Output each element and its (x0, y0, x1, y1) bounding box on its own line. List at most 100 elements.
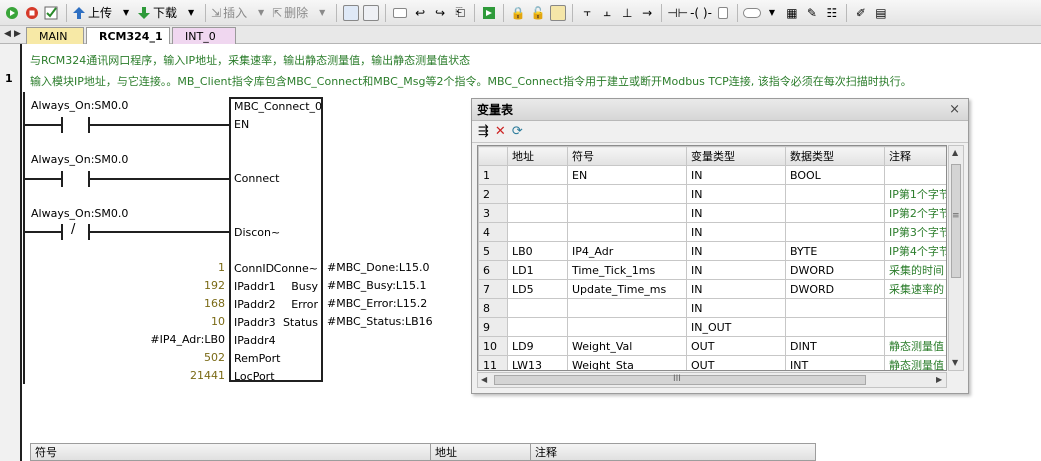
comment-cell[interactable]: 静态测量值 (884, 336, 946, 356)
data-type-cell[interactable]: BOOL (785, 165, 885, 185)
scroll-right-icon[interactable]: ▶ (936, 375, 942, 384)
data-type-cell[interactable]: BYTE (785, 241, 885, 261)
symbol-cell[interactable]: Time_Tick_1ms (567, 260, 687, 280)
horizontal-scrollbar[interactable]: ◀ III ▶ (477, 372, 947, 388)
address-cell[interactable] (507, 298, 568, 318)
download-dropdown-icon[interactable]: ▼ (182, 3, 200, 23)
scroll-up-icon[interactable]: ▲ (952, 148, 958, 157)
error-value[interactable]: #MBC_Error:L15.2 (327, 297, 427, 310)
address-cell[interactable]: LD5 (507, 279, 568, 299)
column-header-var-type[interactable]: 变量类型 (686, 146, 786, 166)
unlock-icon[interactable]: 🔓 (529, 3, 547, 23)
address-icon[interactable]: ▦ (783, 3, 801, 23)
address-cell[interactable]: LD1 (507, 260, 568, 280)
var-type-cell[interactable]: OUT (686, 336, 786, 356)
network-comment[interactable]: 输入模块IP地址，与它连接。。MB_Client指令库包含MBC_Connect… (30, 73, 912, 89)
column-header-address[interactable]: 地址 (431, 444, 531, 460)
insert-dropdown-icon[interactable]: ▼ (252, 3, 270, 23)
comment-cell[interactable] (884, 165, 946, 185)
upload-dropdown-icon[interactable]: ▼ (117, 3, 135, 23)
contact-3-operand[interactable]: Always_On:SM0.0 (31, 207, 128, 220)
var-type-cell[interactable]: IN (686, 184, 786, 204)
row-number[interactable]: 7 (478, 279, 508, 299)
comment-cell[interactable]: IP第1个字节 (884, 184, 946, 204)
table-row[interactable]: 1 EN IN BOOL (478, 165, 946, 185)
contact-2-operand[interactable]: Always_On:SM0.0 (31, 153, 128, 166)
edit-comment-icon[interactable]: ✎ (803, 3, 821, 23)
line-right-icon[interactable]: → (638, 3, 656, 23)
address-cell[interactable] (507, 222, 568, 242)
tab-scroll-right-icon[interactable]: ▶ (14, 29, 21, 39)
connid-value[interactable]: 1 (218, 261, 225, 274)
var-type-cell[interactable]: IN (686, 222, 786, 242)
tab-int-0[interactable]: INT_0 (172, 27, 236, 44)
redo-icon[interactable]: ↪ (431, 3, 449, 23)
open-icon[interactable]: ⎗ (451, 3, 469, 23)
row-number[interactable]: 1 (478, 165, 508, 185)
column-header-symbol[interactable]: 符号 (31, 444, 431, 460)
comment-cell[interactable]: IP第4个字节 (884, 241, 946, 261)
ipaddr3-value[interactable]: 10 (211, 315, 225, 328)
table-row[interactable]: 6 LD1 Time_Tick_1ms IN DWORD 采集的时间 (478, 260, 946, 280)
symbol-view-icon[interactable] (742, 3, 761, 23)
address-cell[interactable]: LW13 (507, 355, 568, 370)
row-number[interactable]: 9 (478, 317, 508, 337)
table-row[interactable]: 9 IN_OUT (478, 317, 946, 337)
data-type-cell[interactable] (785, 203, 885, 223)
data-type-cell[interactable] (785, 298, 885, 318)
contact-1-operand[interactable]: Always_On:SM0.0 (31, 99, 128, 112)
upload-button[interactable]: 上传 (72, 3, 115, 23)
row-number[interactable]: 2 (478, 184, 508, 204)
var-type-cell[interactable]: IN (686, 279, 786, 299)
row-number[interactable]: 5 (478, 241, 508, 261)
lock-icon[interactable]: 🔒 (509, 3, 527, 23)
contact-1[interactable] (61, 117, 63, 133)
scroll-down-icon[interactable]: ▼ (952, 358, 958, 367)
data-type-cell[interactable]: DWORD (785, 260, 885, 280)
undo-icon[interactable]: ↩ (411, 3, 429, 23)
variable-table-window[interactable]: 变量表 × ⇶ ✕ ⟳ 地址 符号 变量类型 数据类型 注释 1 EN IN B… (471, 98, 969, 394)
column-header-comment[interactable]: 注释 (884, 146, 946, 166)
pou-comment-icon[interactable]: ✐ (852, 3, 870, 23)
delete-button[interactable]: ⇱ 删除 (272, 3, 311, 23)
symbol-cell[interactable]: Weight_Sta (567, 355, 687, 370)
comment-cell[interactable]: 采集的时间 (884, 260, 946, 280)
mbc-connect-block[interactable]: MBC_Connect_0 EN Connect Discon~ ConnID … (229, 97, 323, 383)
column-header-symbol[interactable]: 符号 (567, 146, 687, 166)
var-type-cell[interactable]: IN (686, 165, 786, 185)
address-cell[interactable] (507, 317, 568, 337)
data-type-cell[interactable]: INT (785, 355, 885, 370)
symbol-cell[interactable] (567, 317, 687, 337)
symbol-cell[interactable] (567, 298, 687, 318)
tab-main[interactable]: MAIN (26, 27, 84, 44)
table-icon[interactable]: ☷ (823, 3, 841, 23)
var-type-cell[interactable]: IN (686, 241, 786, 261)
address-cell[interactable] (507, 203, 568, 223)
contact-3[interactable] (61, 224, 63, 240)
busy-value[interactable]: #MBC_Busy:L15.1 (327, 279, 427, 292)
stop-icon[interactable] (23, 3, 41, 23)
ipaddr2-value[interactable]: 168 (204, 297, 225, 310)
symbol-cell[interactable] (567, 222, 687, 242)
remport-value[interactable]: 502 (204, 351, 225, 364)
compile-icon[interactable] (43, 3, 61, 23)
table-row[interactable]: 3 IN IP第2个字节 (478, 203, 946, 223)
coil-icon[interactable]: -( )- (690, 3, 712, 23)
address-cell[interactable]: LD9 (507, 336, 568, 356)
table-row[interactable]: 2 IN IP第1个字节 (478, 184, 946, 204)
row-number[interactable]: 10 (478, 336, 508, 356)
ipaddr4-value[interactable]: #IP4_Adr:LB0 (150, 333, 225, 346)
row-number[interactable]: 8 (478, 298, 508, 318)
comment-cell[interactable]: 采集速率的 (884, 279, 946, 299)
row-number[interactable]: 4 (478, 222, 508, 242)
column-header-comment[interactable]: 注释 (531, 444, 815, 460)
var-type-cell[interactable]: IN (686, 203, 786, 223)
contact-2[interactable] (61, 171, 63, 187)
ipaddr1-value[interactable]: 192 (204, 279, 225, 292)
var-type-cell[interactable]: IN_OUT (686, 317, 786, 337)
table-row[interactable]: 11 LW13 Weight_Sta OUT INT 静态测量值 (478, 355, 946, 370)
bookmark-icon[interactable] (391, 3, 409, 23)
box-icon[interactable] (714, 3, 732, 23)
table-row[interactable]: 10 LD9 Weight_Val OUT DINT 静态测量值 (478, 336, 946, 356)
column-header-data-type[interactable]: 数据类型 (785, 146, 885, 166)
